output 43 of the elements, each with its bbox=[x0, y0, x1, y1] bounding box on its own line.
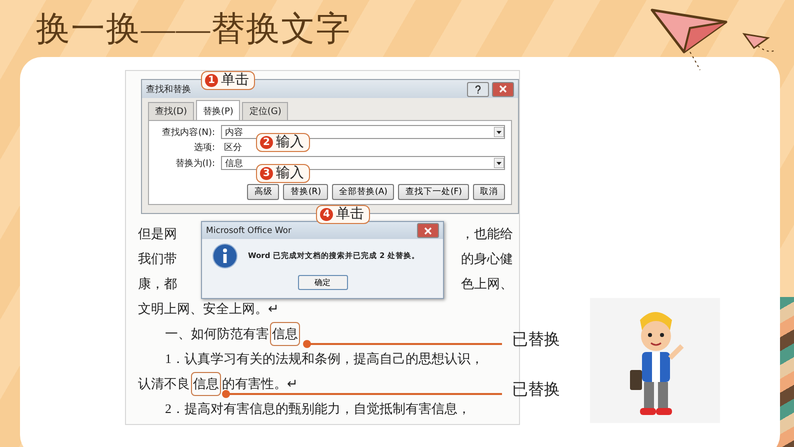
dialog-tab[interactable]: 替换(P) bbox=[196, 100, 240, 120]
document-text: 一、如何防范有害 bbox=[164, 324, 269, 342]
dialog-button[interactable]: 全部替换(A) bbox=[332, 184, 394, 200]
step-number: 2 bbox=[260, 136, 273, 149]
ok-button[interactable]: 确定 bbox=[298, 275, 348, 290]
document-text: 的有害性。↵ bbox=[222, 374, 298, 392]
document-text: 我们带 bbox=[138, 250, 177, 268]
document-text: 2．提高对有害信息的甄别能力，自觉抵制有害信息， bbox=[164, 400, 470, 418]
document-text: 的身心健 bbox=[461, 250, 513, 268]
annotation-label: 已替换 bbox=[512, 330, 560, 350]
dialog-button[interactable]: 查找下一处(F) bbox=[398, 184, 469, 200]
step-number: 3 bbox=[260, 167, 273, 180]
document-text: 文明上网、安全上网。↵ bbox=[138, 300, 279, 318]
document-text: 色上网、 bbox=[461, 274, 513, 292]
dialog-button[interactable]: 高级 bbox=[247, 184, 280, 200]
field-label: 替换为(I): bbox=[174, 158, 215, 170]
slide-title: 换一换——替换文字 bbox=[36, 10, 351, 50]
dialog-tab[interactable]: 查找(D) bbox=[148, 102, 194, 120]
callout-text: 单击 bbox=[336, 206, 364, 223]
document-text: 1．认真学习有关的法规和条例，提高自己的思想认识， bbox=[164, 350, 484, 368]
dialog-title: 查找和替换 bbox=[146, 84, 191, 96]
annotation-label: 已替换 bbox=[512, 380, 560, 400]
document-text: 认清不良 bbox=[138, 374, 190, 392]
dropdown-icon[interactable] bbox=[494, 127, 504, 137]
document-text: ，也能给 bbox=[461, 224, 513, 242]
dropdown-icon[interactable] bbox=[494, 158, 504, 168]
close-icon[interactable] bbox=[492, 82, 514, 96]
highlighted-text: 信息 bbox=[191, 372, 221, 396]
dialog-button[interactable]: 替换(R) bbox=[283, 184, 328, 200]
close-icon[interactable] bbox=[417, 223, 439, 238]
info-icon bbox=[212, 243, 238, 269]
document-text: 康，都 bbox=[138, 274, 177, 292]
highlighted-text: 信息 bbox=[270, 322, 300, 346]
field-label: 查找内容(N): bbox=[161, 126, 215, 138]
dialog-tab[interactable]: 定位(G) bbox=[242, 102, 288, 120]
step-number: 1 bbox=[205, 74, 218, 87]
help-icon[interactable] bbox=[467, 82, 489, 96]
field-label: 选项: bbox=[192, 142, 215, 154]
dialog-button[interactable]: 取消 bbox=[473, 184, 505, 200]
step-number: 4 bbox=[320, 208, 333, 221]
callout-text: 单击 bbox=[221, 72, 249, 89]
document-text: 但是网 bbox=[138, 224, 177, 242]
message-box-title: Microsoft Office Wor bbox=[206, 226, 292, 236]
